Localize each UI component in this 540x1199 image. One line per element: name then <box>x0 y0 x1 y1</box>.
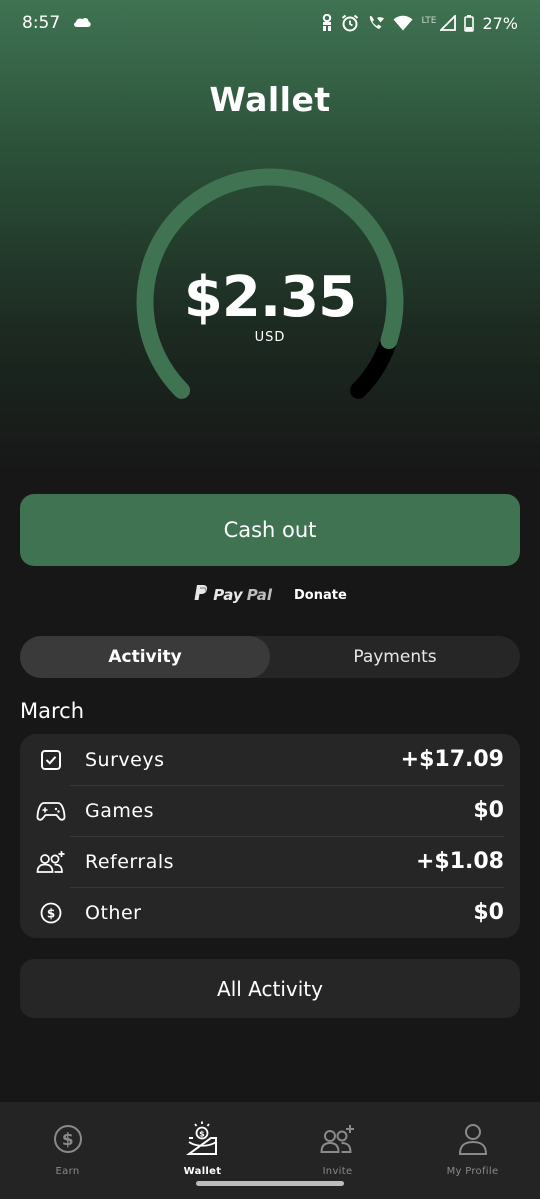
month-heading: March <box>20 699 85 723</box>
payout-methods: Pay Pal Donate <box>0 582 540 608</box>
list-item-label: Games <box>85 799 154 822</box>
dollar-circle-icon: $ <box>50 1121 86 1157</box>
dollar-circle-icon: $ <box>36 898 66 928</box>
status-right: LTE 27% <box>321 14 518 33</box>
nav-item-earn[interactable]: $ Earn <box>0 1102 135 1199</box>
status-bar: 8:57 LTE 27% <box>0 0 540 46</box>
paypal-pal-text: Pal <box>246 586 272 604</box>
nav-label: My Profile <box>446 1166 499 1177</box>
wifi-calling-icon <box>367 14 385 32</box>
donate-option[interactable]: Donate <box>294 588 347 603</box>
cash-out-button[interactable]: Cash out <box>20 494 520 566</box>
status-time: 8:57 <box>22 13 61 33</box>
list-item-amount: $0 <box>473 798 504 823</box>
wallet-icon: $ <box>185 1121 221 1157</box>
checkbox-icon <box>36 745 66 775</box>
nav-label: Wallet <box>183 1166 222 1177</box>
list-item-amount: +$17.09 <box>400 747 504 772</box>
nav-label: Invite <box>322 1166 353 1177</box>
person-icon <box>455 1121 491 1157</box>
wifi-icon <box>393 15 413 31</box>
nav-label: Earn <box>55 1166 80 1177</box>
list-item-label: Surveys <box>85 748 165 771</box>
add-users-icon <box>319 1121 356 1157</box>
battery-icon <box>464 14 475 32</box>
status-left: 8:57 <box>22 13 92 33</box>
alarm-icon <box>341 14 359 32</box>
balance-currency: USD <box>254 330 286 345</box>
activity-summary-card: Surveys +$17.09 Games $0 Referrals +$1.0… <box>20 734 520 938</box>
nav-item-my-profile[interactable]: My Profile <box>405 1102 540 1199</box>
svg-text:$: $ <box>61 1130 73 1150</box>
list-item-label: Referrals <box>85 850 175 873</box>
cloud-icon <box>72 13 92 33</box>
home-indicator[interactable] <box>196 1181 344 1186</box>
add-users-icon <box>36 847 66 877</box>
paypal-icon <box>193 584 209 606</box>
list-item-amount: +$1.08 <box>415 849 504 874</box>
list-item-referrals[interactable]: Referrals +$1.08 <box>20 836 520 887</box>
all-activity-button[interactable]: All Activity <box>20 959 520 1018</box>
wallet-balance: $2.35 <box>183 265 357 330</box>
paypal-pay-text: Pay <box>213 586 243 604</box>
paypal-logo[interactable]: Pay Pal <box>193 584 272 606</box>
vpn-key-icon <box>321 14 333 32</box>
list-item-label: Other <box>85 901 142 924</box>
list-item-other[interactable]: $ Other $0 <box>20 887 520 938</box>
gamepad-icon <box>36 796 66 826</box>
list-item-games[interactable]: Games $0 <box>20 785 520 836</box>
page-title: Wallet <box>209 80 331 119</box>
activity-tabs: Activity Payments <box>20 636 520 678</box>
tab-payments[interactable]: Payments <box>270 636 520 678</box>
battery-percent: 27% <box>482 13 518 33</box>
gauge-track <box>349 332 398 399</box>
svg-text:$: $ <box>199 1130 205 1139</box>
list-item-surveys[interactable]: Surveys +$17.09 <box>20 734 520 785</box>
list-item-amount: $0 <box>473 900 504 925</box>
tab-activity[interactable]: Activity <box>20 636 270 678</box>
svg-text:$: $ <box>47 906 55 920</box>
network-type: LTE <box>421 15 437 26</box>
signal-icon <box>440 15 457 31</box>
